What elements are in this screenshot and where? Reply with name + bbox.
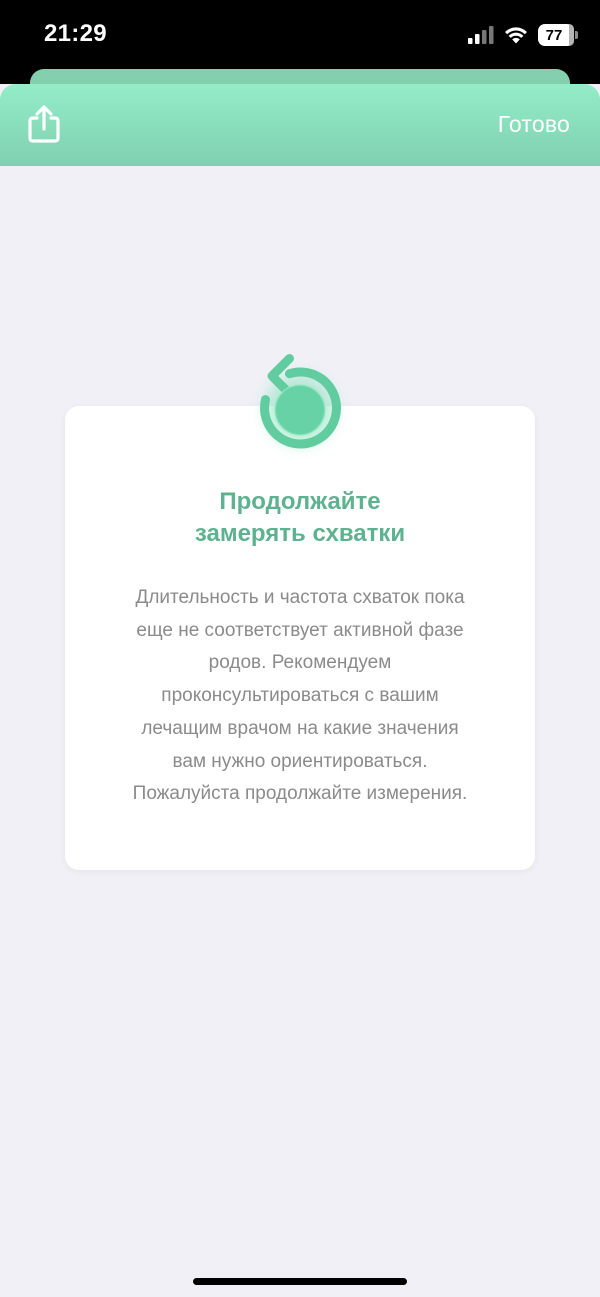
home-indicator[interactable]: [193, 1278, 407, 1285]
done-button[interactable]: Готово: [498, 111, 570, 138]
info-card: Продолжайте замерять схватки Длительност…: [65, 406, 535, 870]
card-description: Длительность и частота схваток пока еще …: [105, 582, 495, 811]
wifi-icon: [505, 27, 527, 44]
card-description-line: проконсультироваться с вашим: [161, 685, 439, 707]
restart-arrow-icon: [260, 354, 341, 449]
card-description-line: родов. Рекомендуем: [208, 652, 392, 674]
card-description-line: Длительность и частота схваток пока: [135, 587, 465, 608]
battery-icon: 77: [538, 24, 578, 46]
signal-icon: [468, 26, 494, 44]
card-description-line: Пожалуйста продолжайте измерения.: [132, 783, 468, 805]
battery-percentage: 77: [545, 26, 563, 44]
card-description-line: вам нужно ориентироваться.: [172, 750, 428, 772]
sheet-header: Готово: [0, 84, 600, 166]
status-time: 21:29: [44, 20, 107, 47]
card-description-line: лечащим врачом на какие значения: [141, 717, 459, 739]
card-description-line: еще не соответствует активной фазе: [136, 619, 464, 641]
card-title: Продолжайте замерять схватки: [65, 486, 535, 550]
share-icon: [28, 105, 60, 143]
share-button[interactable]: [26, 104, 62, 144]
card-title-line-1: Продолжайте: [219, 488, 381, 515]
status-icons: 77: [468, 24, 578, 46]
card-title-line-2: замерять схватки: [194, 520, 406, 547]
battery-level: [569, 24, 574, 46]
